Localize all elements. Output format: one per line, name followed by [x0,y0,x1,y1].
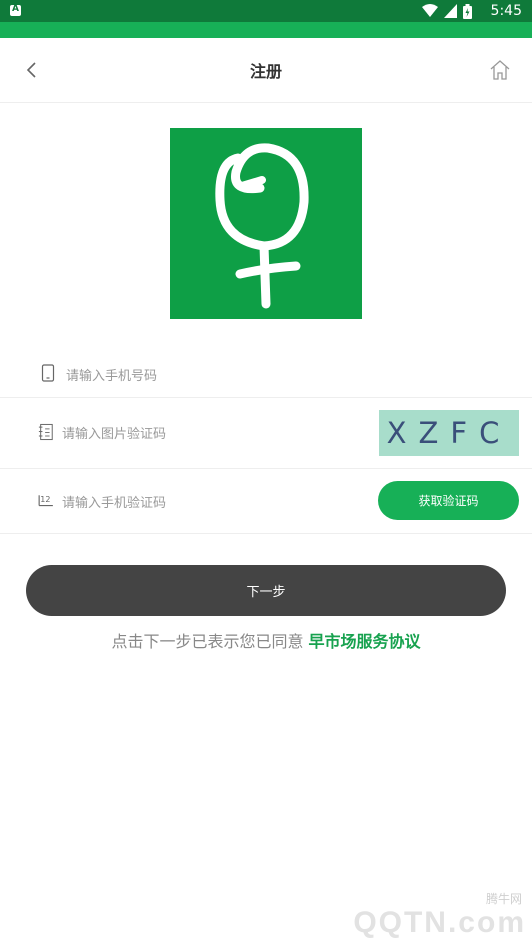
image-code-input[interactable] [62,424,332,444]
next-step-button[interactable]: 下一步 [26,565,506,616]
logo-symbol-icon [215,143,309,309]
phone-input[interactable] [66,366,356,386]
agreement-text: 点击下一步已表示您已同意 早市场服务协议 [0,628,532,652]
signal-icon [444,4,457,18]
header-accent-bar [0,22,532,38]
battery-icon [463,3,472,19]
status-time: 5:45 [490,3,522,19]
phone-row [0,348,532,398]
svg-text:12: 12 [40,495,50,504]
captcha-icon [38,423,53,441]
watermark-text: QQTN.com [353,906,526,939]
watermark: 腾牛网 QQTN.com [316,890,526,940]
app-logo [170,128,362,319]
service-agreement-link[interactable]: 早市场服务协议 [309,632,421,651]
status-icons [422,3,472,19]
wifi-icon [422,4,438,17]
watermark-small-text: 腾牛网 [485,892,522,906]
home-icon [490,60,510,80]
status-bar: 5:45 [0,0,532,22]
sms-code-icon: 12 [38,495,53,507]
sms-code-input[interactable] [62,493,332,513]
notification-icon [10,4,21,16]
agreement-prefix: 点击下一步已表示您已同意 [111,632,304,651]
captcha-image[interactable]: XZFC [379,410,519,456]
get-code-button[interactable]: 获取验证码 [378,481,519,520]
page-title: 注册 [249,62,282,81]
phone-icon [41,364,55,382]
title-bar: 注册 [0,38,532,103]
home-button[interactable] [486,56,514,84]
